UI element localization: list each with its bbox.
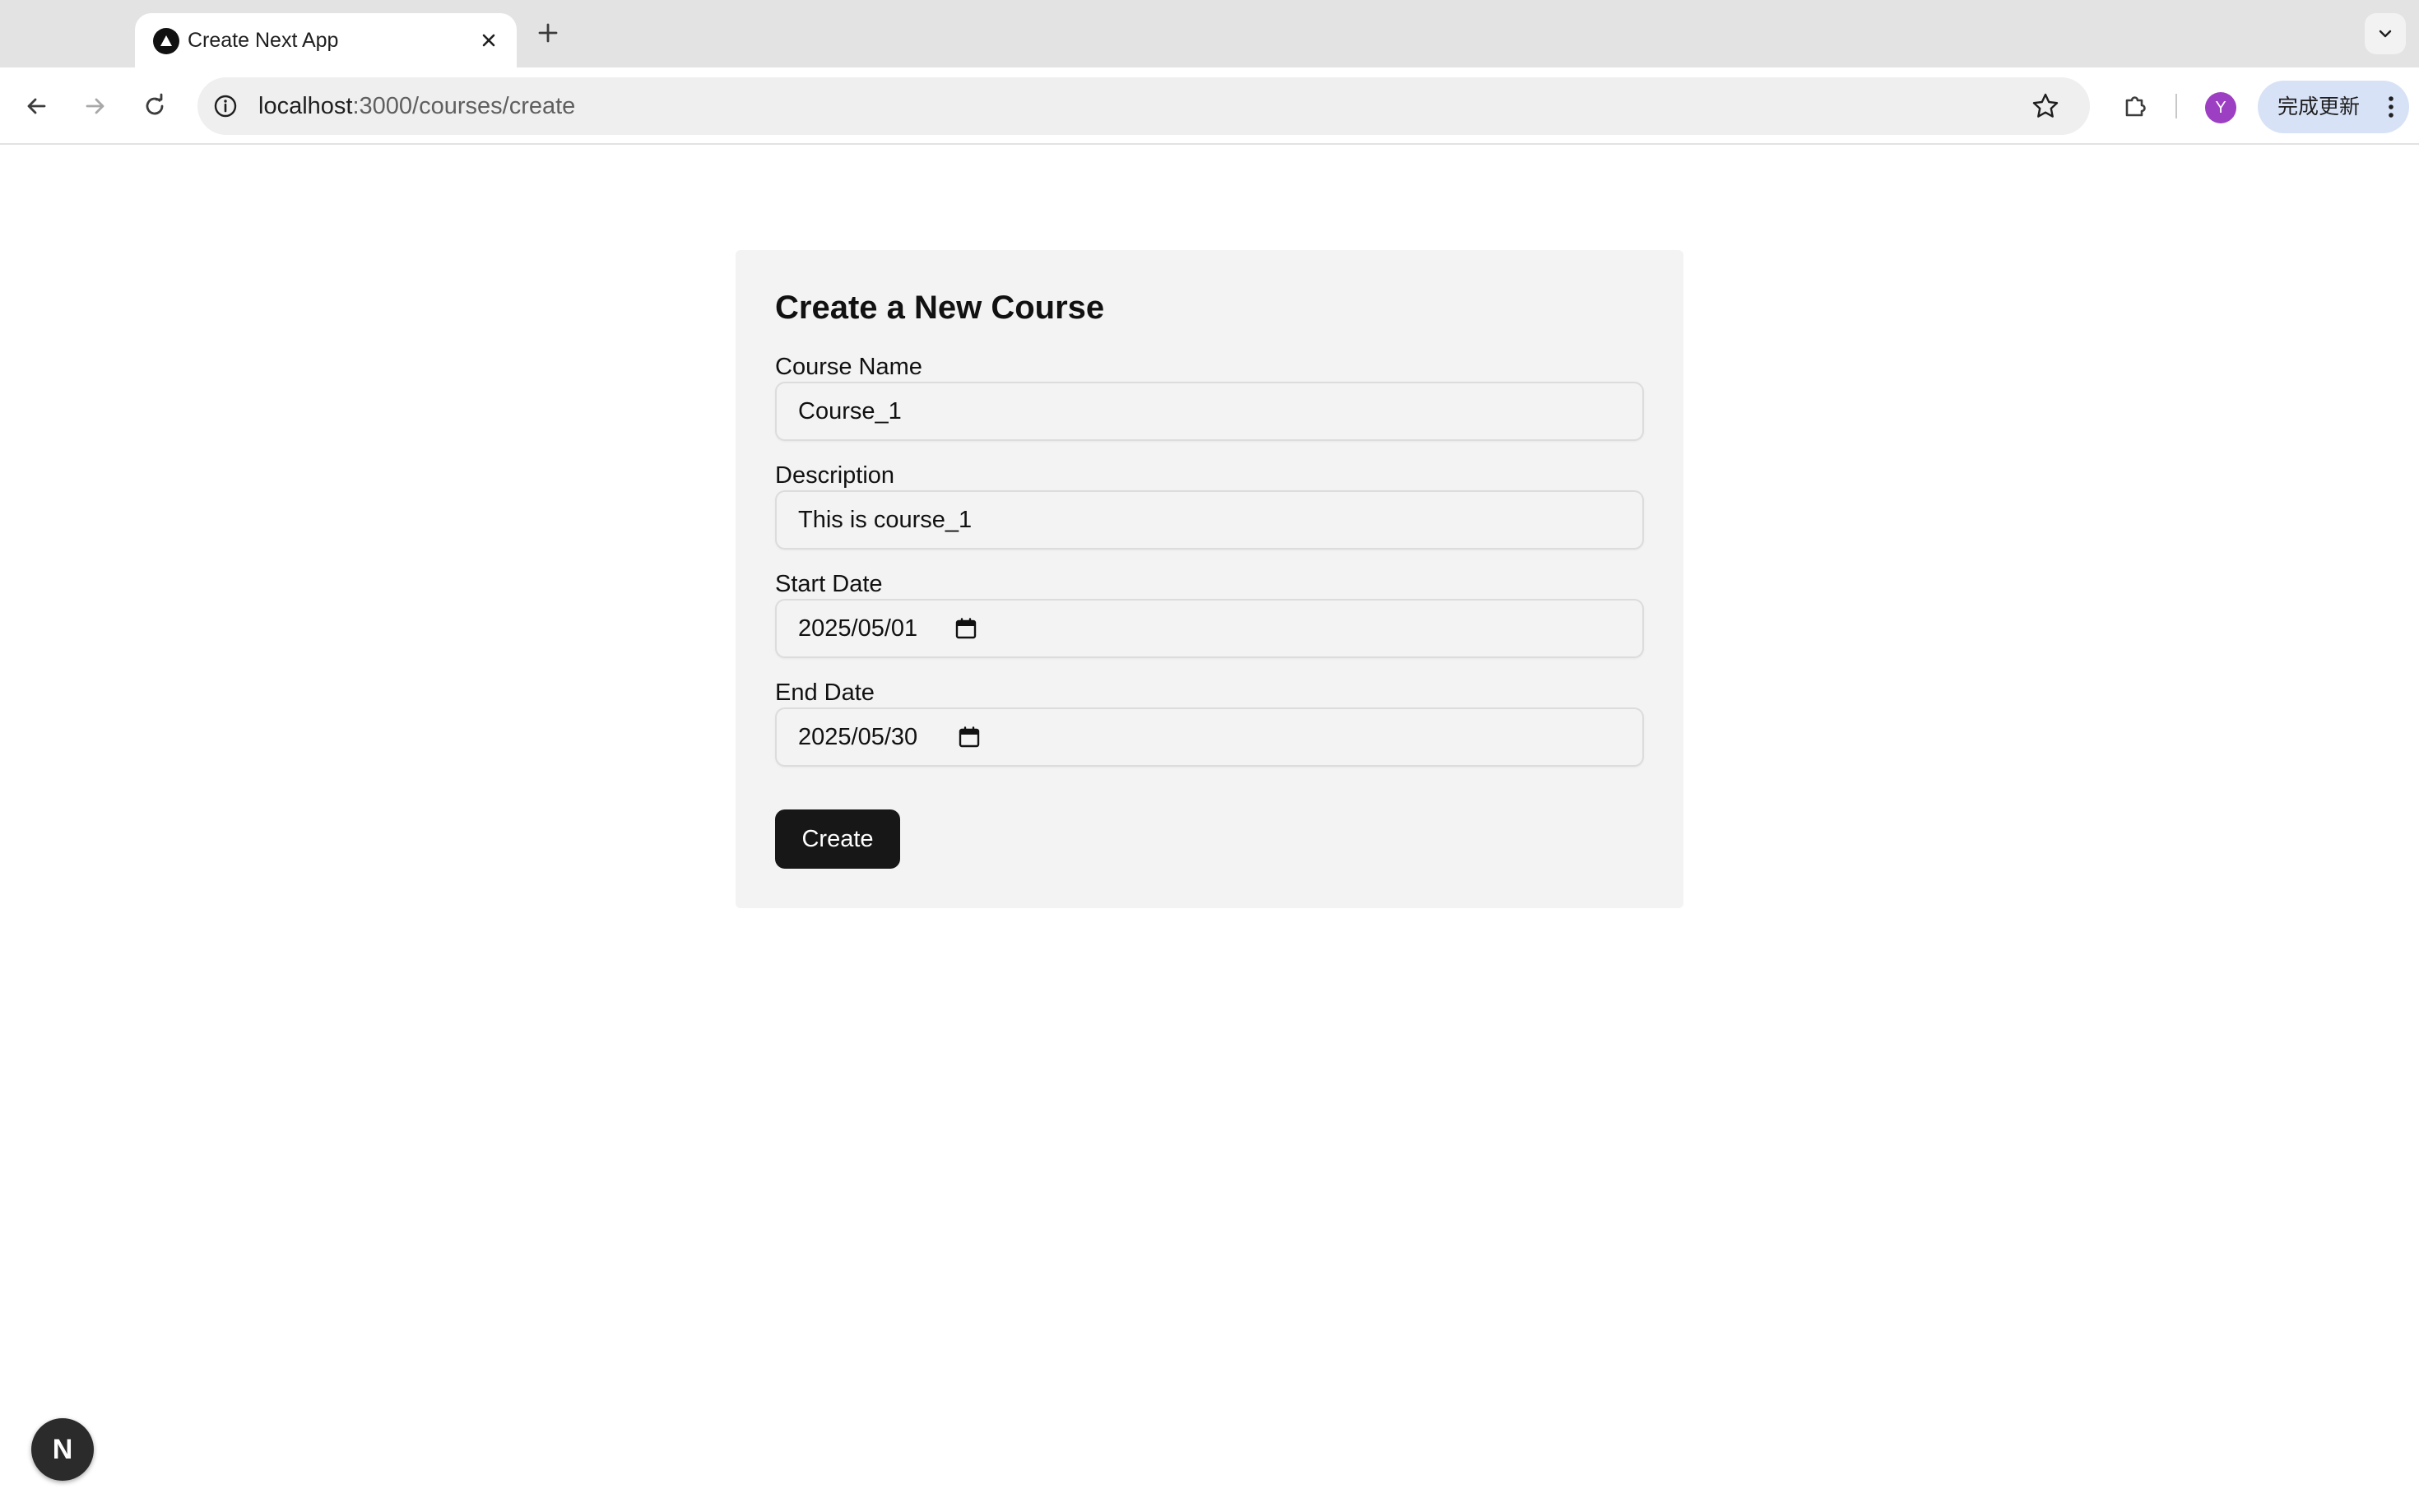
description-value: This is course_1	[798, 507, 973, 533]
course-name-value: Course_1	[798, 398, 902, 424]
address-bar[interactable]: localhost:3000/courses/create	[197, 77, 2090, 135]
end-date-input[interactable]: 2025/05/30	[775, 707, 1644, 767]
forward-arrow-icon[interactable]	[75, 86, 116, 127]
nextjs-logo-icon: N	[52, 1434, 73, 1465]
nextjs-favicon-icon	[153, 28, 179, 54]
browser-tab-active[interactable]: Create Next App	[135, 13, 517, 67]
tab-search-chevron-down-icon[interactable]	[2365, 13, 2406, 54]
description-label: Description	[775, 462, 895, 489]
new-tab-plus-icon[interactable]	[533, 18, 563, 48]
tab-title: Create Next App	[188, 29, 339, 52]
bookmark-star-icon[interactable]	[2029, 90, 2062, 123]
update-label: 完成更新	[2277, 95, 2361, 118]
calendar-icon[interactable]	[956, 724, 982, 750]
start-date-label: Start Date	[775, 571, 883, 597]
create-button[interactable]: Create	[775, 809, 900, 869]
end-date-value: 2025/05/30	[798, 724, 918, 750]
url-path: :3000/courses/create	[352, 93, 576, 119]
description-input[interactable]: This is course_1	[775, 490, 1644, 550]
url-host: localhost	[258, 93, 353, 119]
back-arrow-icon[interactable]	[16, 86, 57, 127]
start-date-value: 2025/05/01	[798, 615, 918, 642]
create-course-form: Create a New Course Course Name Course_1…	[736, 250, 1683, 908]
close-tab-icon[interactable]	[476, 27, 502, 53]
calendar-icon[interactable]	[953, 615, 979, 642]
browser-toolbar: localhost:3000/courses/create Y 完成更新	[0, 67, 2419, 145]
update-button[interactable]: 完成更新	[2258, 81, 2409, 133]
end-date-label: End Date	[775, 679, 875, 706]
browser-tab-strip: Create Next App	[0, 0, 2419, 67]
form-title: Create a New Course	[775, 290, 1105, 326]
course-name-label: Course Name	[775, 354, 922, 380]
more-menu-icon[interactable]	[2376, 92, 2406, 122]
toolbar-divider	[2175, 94, 2177, 118]
start-date-input[interactable]: 2025/05/01	[775, 599, 1644, 658]
extensions-puzzle-icon[interactable]	[2115, 86, 2156, 127]
nextjs-dev-badge[interactable]: N	[31, 1418, 94, 1481]
site-info-icon[interactable]	[209, 90, 242, 123]
reload-icon[interactable]	[134, 86, 175, 127]
profile-avatar[interactable]: Y	[2205, 92, 2236, 123]
page-content: Create a New Course Course Name Course_1…	[0, 145, 2419, 1512]
course-name-input[interactable]: Course_1	[775, 382, 1644, 441]
url-text[interactable]: localhost:3000/courses/create	[258, 77, 575, 135]
